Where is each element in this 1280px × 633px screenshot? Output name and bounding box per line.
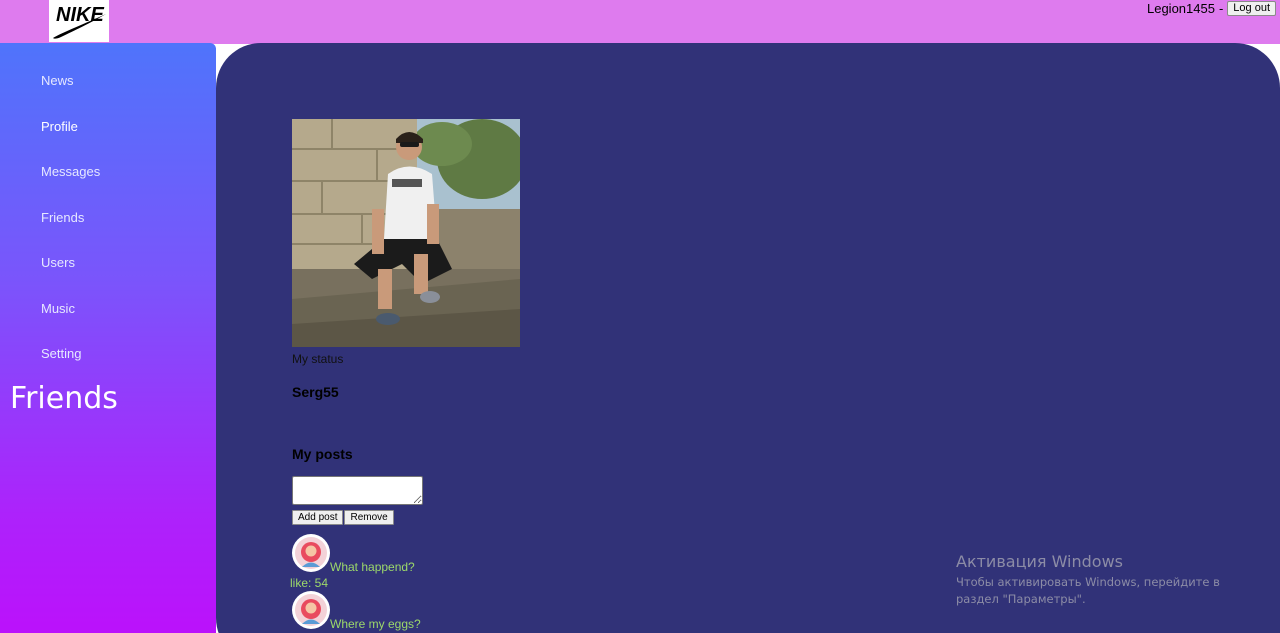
profile-status[interactable]: My status bbox=[292, 352, 343, 366]
logout-button[interactable]: Log out bbox=[1227, 0, 1276, 16]
post-like-count[interactable]: like: 54 bbox=[290, 576, 328, 590]
nike-swoosh-icon: NIKE bbox=[53, 4, 106, 39]
nike-logo[interactable]: NIKE bbox=[49, 0, 109, 42]
profile-photo bbox=[292, 119, 527, 347]
profile-name: Serg55 bbox=[292, 384, 339, 400]
add-post-button[interactable]: Add post bbox=[292, 510, 344, 525]
sidebar-item-music[interactable]: Music bbox=[41, 301, 75, 316]
sidebar-item-users[interactable]: Users bbox=[41, 255, 75, 270]
login-area: Legion1455 - Log out bbox=[1147, 0, 1276, 16]
new-post-input[interactable] bbox=[292, 476, 423, 505]
sidebar-friends-title: Friends bbox=[10, 381, 118, 416]
post-avatar bbox=[292, 591, 330, 629]
sidebar-item-friends[interactable]: Friends bbox=[41, 210, 84, 225]
windows-activation-text: Чтобы активировать Windows, перейдите в … bbox=[956, 575, 1220, 606]
post-text: What happend? bbox=[330, 560, 415, 574]
profile-content: My status Serg55 My posts Add post Remov… bbox=[216, 43, 1280, 633]
sidebar-item-profile[interactable]: Profile bbox=[41, 119, 78, 134]
post-buttons: Add post Remove bbox=[292, 510, 394, 525]
username-separator: - bbox=[1218, 0, 1224, 16]
remove-button[interactable]: Remove bbox=[344, 510, 394, 525]
sidebar-item-news[interactable]: News bbox=[41, 73, 74, 88]
my-posts-title: My posts bbox=[292, 446, 353, 462]
logo-text: NIKE bbox=[56, 4, 104, 26]
windows-activation-title: Активация Windows bbox=[956, 552, 1123, 571]
post-avatar bbox=[292, 534, 330, 572]
sidebar-item-setting[interactable]: Setting bbox=[41, 346, 81, 361]
header: NIKE Legion1455 - Log out bbox=[0, 0, 1280, 44]
sidebar-item-messages[interactable]: Messages bbox=[41, 164, 100, 179]
username: Legion1455 bbox=[1146, 0, 1215, 16]
sidebar: News Profile Messages Friends Users Musi… bbox=[0, 43, 216, 633]
post-text: Where my eggs? bbox=[330, 617, 421, 631]
